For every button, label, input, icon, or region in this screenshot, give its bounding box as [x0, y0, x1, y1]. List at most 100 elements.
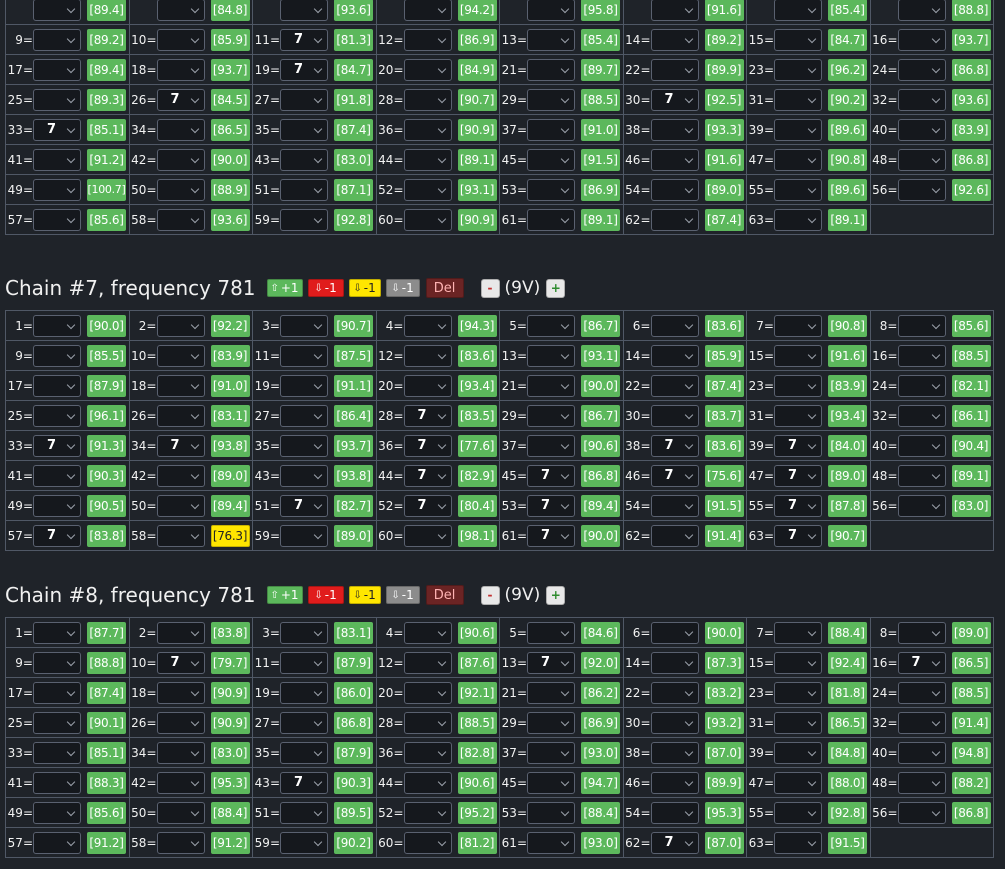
chip-select[interactable] [280, 464, 328, 487]
chip-select[interactable] [897, 314, 946, 337]
increase-button[interactable]: ⇧ +1 [266, 279, 303, 297]
chip-select[interactable] [527, 374, 575, 397]
chip-select[interactable] [156, 28, 205, 51]
chip-select[interactable]: 7 [527, 524, 575, 547]
chip-select[interactable] [774, 118, 822, 141]
chip-select[interactable] [156, 621, 205, 644]
chip-select[interactable]: 7 [774, 494, 822, 517]
chip-select[interactable] [403, 651, 452, 674]
chip-select[interactable] [897, 88, 946, 111]
chip-select[interactable]: 7 [897, 651, 946, 674]
chip-select[interactable] [156, 801, 205, 824]
chip-select[interactable] [774, 314, 822, 337]
chip-select[interactable] [156, 831, 205, 854]
chip-select[interactable] [650, 621, 699, 644]
voltage-plus-button[interactable]: + [546, 585, 566, 605]
chip-select[interactable] [403, 831, 452, 854]
chip-select[interactable] [897, 118, 946, 141]
chip-select[interactable] [33, 681, 81, 704]
chip-select[interactable] [650, 524, 699, 547]
chip-select[interactable] [280, 524, 328, 547]
chip-select[interactable] [897, 148, 946, 171]
chip-select[interactable] [403, 28, 452, 51]
chip-select[interactable] [403, 88, 452, 111]
chip-select[interactable] [897, 621, 946, 644]
delete-button[interactable]: Del [425, 585, 464, 605]
chip-select[interactable] [33, 621, 81, 644]
chip-select[interactable] [403, 771, 452, 794]
chip-select[interactable] [527, 404, 575, 427]
chip-select[interactable] [33, 651, 81, 674]
chip-select[interactable] [403, 681, 452, 704]
chip-select[interactable] [650, 374, 699, 397]
chip-select[interactable] [527, 801, 575, 824]
chip-select[interactable] [774, 374, 822, 397]
chip-select[interactable] [897, 344, 946, 367]
chip-select[interactable] [527, 208, 575, 231]
chip-select[interactable] [897, 28, 946, 51]
chip-select[interactable] [156, 178, 205, 201]
chip-select[interactable] [774, 621, 822, 644]
chip-select[interactable] [156, 314, 205, 337]
chip-select[interactable] [650, 651, 699, 674]
chip-select[interactable] [403, 344, 452, 367]
chip-select[interactable] [527, 148, 575, 171]
voltage-minus-button[interactable]: - [480, 278, 500, 298]
chip-select[interactable] [156, 711, 205, 734]
chip-select[interactable] [156, 524, 205, 547]
chip-select[interactable] [280, 314, 328, 337]
chip-select[interactable]: 7 [650, 464, 699, 487]
chip-select[interactable] [403, 118, 452, 141]
chip-select[interactable] [897, 434, 946, 457]
chip-select[interactable] [527, 741, 575, 764]
chip-select[interactable] [527, 831, 575, 854]
decrease-gray-button[interactable]: ⇩ -1 [385, 586, 420, 604]
chip-select[interactable] [774, 344, 822, 367]
chip-select[interactable] [650, 178, 699, 201]
chip-select[interactable] [33, 801, 81, 824]
chip-select[interactable] [280, 178, 328, 201]
chip-select[interactable] [774, 404, 822, 427]
chip-select[interactable] [527, 28, 575, 51]
chip-select[interactable] [650, 741, 699, 764]
chip-select[interactable] [156, 148, 205, 171]
chip-select[interactable] [527, 344, 575, 367]
chip-select[interactable] [527, 314, 575, 337]
chip-select[interactable]: 7 [156, 651, 205, 674]
chip-select[interactable] [280, 711, 328, 734]
chip-select[interactable] [774, 771, 822, 794]
chip-select[interactable] [156, 0, 205, 21]
chip-select[interactable] [650, 58, 699, 81]
chip-select[interactable] [156, 374, 205, 397]
chip-select[interactable]: 7 [403, 434, 452, 457]
chip-select[interactable] [280, 651, 328, 674]
chip-select[interactable] [280, 344, 328, 367]
chip-select[interactable] [33, 494, 81, 517]
chip-select[interactable] [280, 374, 328, 397]
chip-select[interactable] [650, 771, 699, 794]
chip-select[interactable] [650, 28, 699, 51]
chip-select[interactable] [33, 741, 81, 764]
chip-select[interactable]: 7 [403, 464, 452, 487]
chip-select[interactable] [280, 434, 328, 457]
chip-select[interactable] [403, 524, 452, 547]
chip-select[interactable] [897, 464, 946, 487]
voltage-minus-button[interactable]: - [480, 585, 500, 605]
chip-select[interactable] [774, 831, 822, 854]
chip-select[interactable] [33, 88, 81, 111]
chip-select[interactable] [280, 681, 328, 704]
decrease-yellow-button[interactable]: ⇩ -1 [348, 586, 381, 604]
chip-select[interactable] [650, 494, 699, 517]
chip-select[interactable] [527, 58, 575, 81]
chip-select[interactable] [280, 148, 328, 171]
chip-select[interactable] [403, 374, 452, 397]
chip-select[interactable] [403, 621, 452, 644]
chip-select[interactable] [527, 434, 575, 457]
chip-select[interactable] [650, 314, 699, 337]
chip-select[interactable]: 7 [403, 494, 452, 517]
chip-select[interactable] [650, 344, 699, 367]
chip-select[interactable] [774, 681, 822, 704]
delete-button[interactable]: Del [425, 278, 464, 298]
chip-select[interactable] [280, 88, 328, 111]
chip-select[interactable]: 7 [774, 464, 822, 487]
